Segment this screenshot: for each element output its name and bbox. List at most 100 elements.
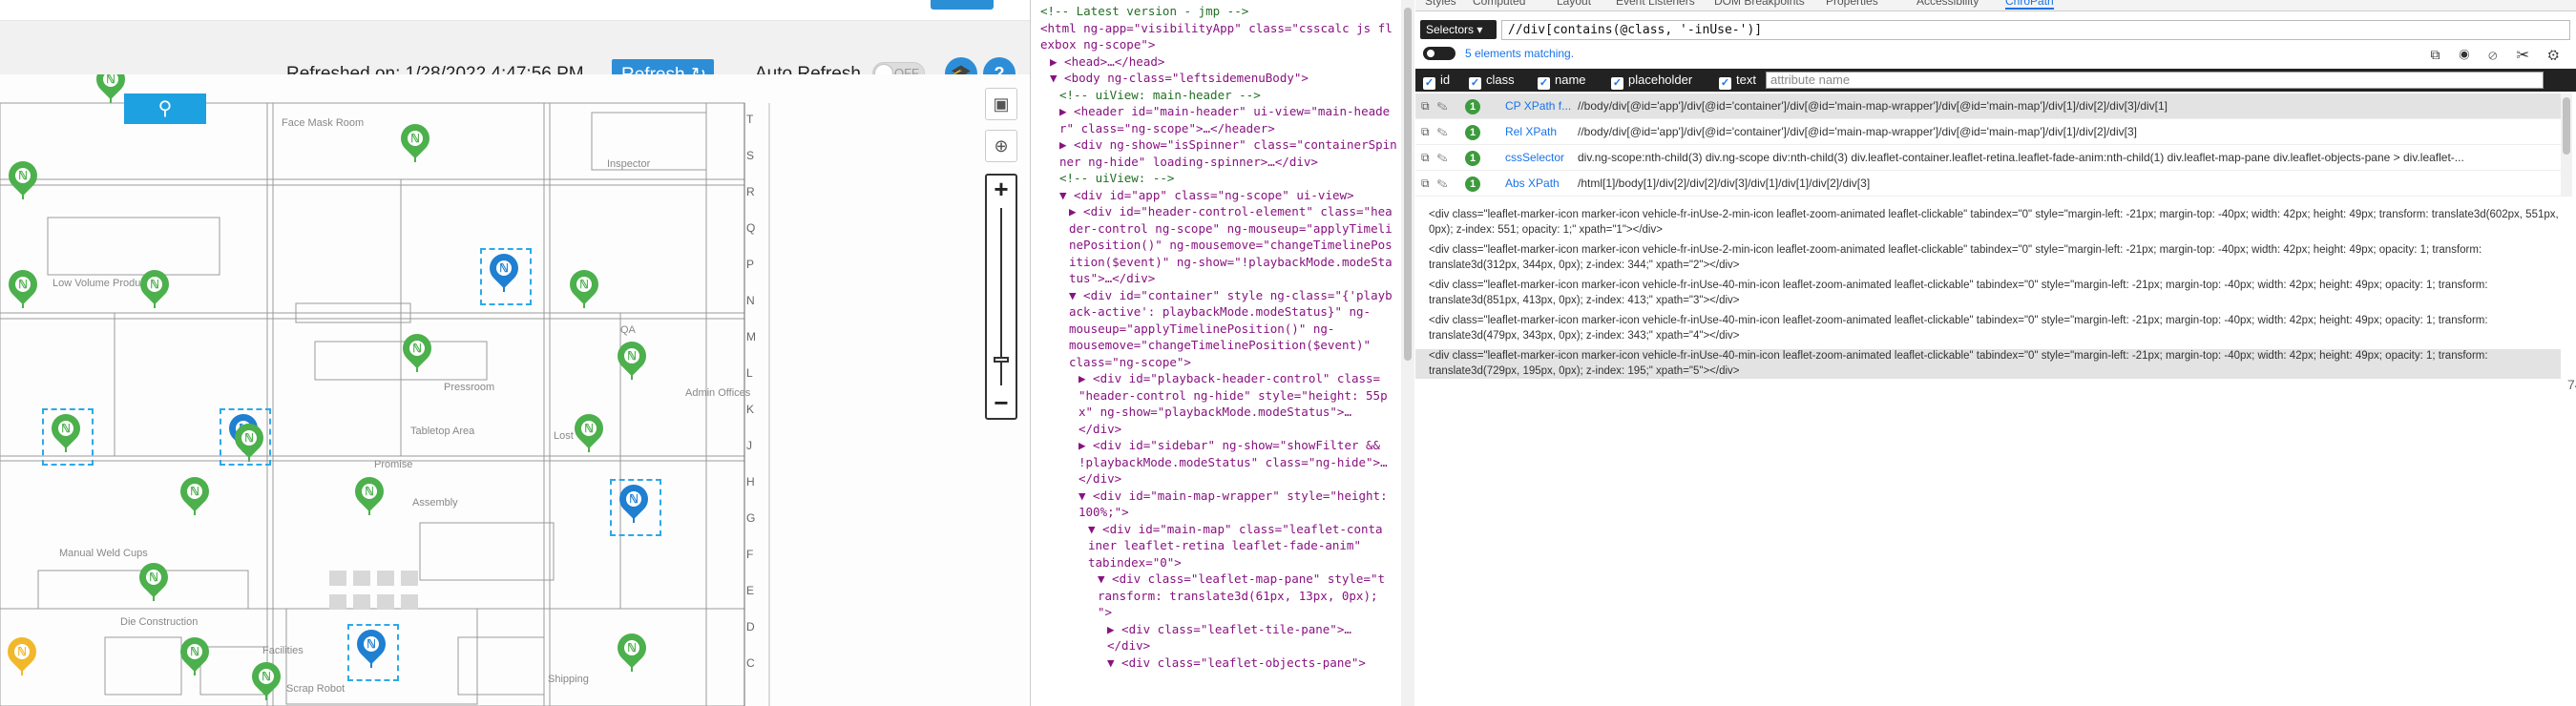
dom-node-line[interactable]: ack-active': playbackMode.modeStatus}" n…	[1069, 304, 1371, 320]
xpath-row[interactable]: ⧉✎ 1 Rel XPath //body/div[@id='app']/div…	[1415, 119, 2561, 145]
dom-comment-line[interactable]: <!-- uiView: -->	[1059, 171, 1174, 186]
vehicle-marker[interactable]: ℕ	[394, 117, 436, 169]
checkbox-name[interactable]: ✓ name	[1538, 73, 1586, 90]
dom-node-line[interactable]: exbox ng-scope">	[1040, 37, 1155, 52]
dom-comment-line[interactable]: <!-- uiView: main-header -->	[1059, 88, 1261, 103]
map-search-button[interactable]: ⚲	[124, 93, 206, 124]
toolbar-icons[interactable]: ⧉ ◉ ⊘ ✂ ⚙	[2430, 47, 2566, 63]
vehicle-marker[interactable]: ℕ	[2, 263, 44, 315]
elements-scrollbar[interactable]	[1401, 0, 1414, 706]
vehicle-marker[interactable]: ℕ	[245, 655, 287, 706]
vehicle-marker[interactable]: ℕ	[134, 263, 176, 315]
vehicle-marker[interactable]: ℕ	[133, 556, 175, 608]
checkbox-placeholder[interactable]: ✓ placeholder	[1611, 73, 1692, 90]
dom-node-line[interactable]: ition($event)" ng-show="!playbackMode.mo…	[1069, 255, 1393, 270]
dom-node-line[interactable]: ▼ <div class="leaflet-objects-pane">	[1107, 655, 1366, 671]
dom-node-line[interactable]: iner leaflet-retina leaflet-fade-anim"	[1088, 538, 1361, 553]
scrollbar-thumb[interactable]	[2563, 97, 2570, 155]
dom-node-line[interactable]: 100%;">	[1079, 505, 1129, 520]
selector-input[interactable]: //div[contains(@class, '-inUse-')]	[1501, 20, 2570, 40]
dom-node-line[interactable]: ▶ <head>…</head>	[1050, 54, 1164, 70]
dom-node-line[interactable]: ">	[1098, 605, 1112, 620]
xpath-value[interactable]: //body/div[@id='app']/div[@id='container…	[1578, 125, 2551, 138]
dom-node-line[interactable]: mouseup="applyTimelinePosition()" ng-	[1069, 322, 1334, 337]
vehicle-marker[interactable]: ℕ	[611, 335, 653, 386]
locate-button[interactable]: ⊕	[985, 130, 1017, 162]
checkbox-text[interactable]: ✓ text	[1719, 73, 1756, 90]
result-element[interactable]: <div class="leaflet-marker-icon marker-i…	[1415, 208, 2561, 238]
zoom-slider[interactable]: + −	[985, 174, 1017, 420]
dom-node-line[interactable]: !playbackMode.modeStatus" class="ng-hide…	[1079, 455, 1388, 470]
result-element-highlighted[interactable]: <div class="leaflet-marker-icon marker-i…	[1415, 349, 2561, 379]
dom-node-line[interactable]: </div>	[1079, 422, 1121, 437]
tab-properties[interactable]: Properties	[1826, 0, 1878, 8]
floor-plan-map[interactable]: Face Mask Room Inspector Low Volume Prod…	[0, 74, 1030, 706]
top-action-button[interactable]	[931, 0, 994, 10]
dom-node-line[interactable]: ▶ <div id="header-control-element" class…	[1069, 204, 1393, 219]
vehicle-marker[interactable]: ℕ	[174, 631, 216, 682]
result-element[interactable]: <div class="leaflet-marker-icon marker-i…	[1415, 243, 2561, 273]
vehicle-marker-in-use-selected[interactable]: ℕ	[610, 478, 661, 536]
checkbox-class[interactable]: ✓ class	[1469, 73, 1515, 90]
devtools-elements-panel[interactable]: <!-- Latest version - jmp --> <html ng-ap…	[1033, 0, 1414, 706]
dom-node-line[interactable]: </div>	[1107, 638, 1150, 654]
xpath-value[interactable]: div.ng-scope:nth-child(3) div.ng-scope d…	[1578, 151, 2551, 164]
dom-node-line[interactable]: ▼ <body ng-class="leftsidemenuBody">	[1050, 71, 1309, 86]
tab-chropath[interactable]: ChroPath	[2005, 0, 2054, 10]
dom-node-line[interactable]: mousemove="changeTimelinePosition($event…	[1069, 338, 1371, 353]
xpath-value[interactable]: //body/div[@id='app']/div[@id='container…	[1578, 99, 2551, 113]
vehicle-marker-selected[interactable]: ℕ	[42, 407, 94, 466]
xpath-row[interactable]: ⧉✎ 1 cssSelector div.ng-scope:nth-child(…	[1415, 145, 2561, 171]
dom-node-line[interactable]: ner ng-hide" loading-spinner>…</div>	[1059, 155, 1318, 170]
vehicle-marker-warning[interactable]: ℕ	[1, 631, 43, 682]
dom-node-line[interactable]: ▼ <div id="main-map" class="leaflet-cont…	[1088, 522, 1383, 537]
vehicle-marker[interactable]: ℕ	[611, 627, 653, 678]
dom-node-line[interactable]: ▼ <div class="leaflet-map-pane" style="t	[1098, 571, 1385, 587]
dom-node-line[interactable]: der-control ng-scope" ng-mouseup="applyT…	[1069, 221, 1393, 237]
tab-accessibility[interactable]: Accessibility	[1916, 0, 1979, 8]
checkbox-id[interactable]: ✓ id	[1423, 73, 1450, 90]
attribute-name-input[interactable]: attribute name	[1766, 72, 2544, 89]
match-toggle[interactable]	[1423, 47, 1456, 60]
tab-dom-breakpoints[interactable]: DOM Breakpoints	[1714, 0, 1805, 8]
result-element[interactable]: <div class="leaflet-marker-icon marker-i…	[1415, 279, 2561, 308]
vehicle-marker[interactable]: ℕ	[228, 417, 270, 468]
xpath-row[interactable]: ⧉✎ 1 Abs XPath /html[1]/body[1]/div[2]/d…	[1415, 171, 2561, 197]
vehicle-marker[interactable]: ℕ	[2, 155, 44, 206]
dom-node-line[interactable]: ▶ <div id="sidebar" ng-show="showFilter …	[1079, 438, 1380, 453]
tab-computed[interactable]: Computed	[1473, 0, 1525, 8]
xpath-value[interactable]: /html[1]/body[1]/div[2]/div[2]/div[3]/di…	[1578, 176, 2551, 190]
xpath-scrollbar[interactable]	[2561, 93, 2572, 197]
tab-event-listeners[interactable]: Event Listeners	[1616, 0, 1695, 8]
dom-node-line[interactable]: ransform: translate3d(61px, 13px, 0px);	[1098, 589, 1378, 604]
dom-node-line[interactable]: ▼ <div id="main-map-wrapper" style="heig…	[1079, 488, 1388, 504]
selector-type-dropdown[interactable]: Selectors ▾	[1420, 20, 1497, 39]
layers-button[interactable]: ▣	[985, 88, 1017, 120]
vehicle-marker[interactable]: ℕ	[396, 327, 438, 379]
dom-node-line[interactable]: ▶ <header id="main-header" ui-view="main…	[1059, 104, 1390, 119]
dom-node-line[interactable]: ▶ <div class="leaflet-tile-pane">…	[1107, 622, 1351, 637]
dom-comment-line[interactable]: <!-- Latest version - jmp -->	[1040, 4, 1248, 19]
dom-node-line[interactable]: ▼ <div id="app" class="ng-scope" ui-view…	[1059, 188, 1354, 203]
vehicle-marker[interactable]: ℕ	[568, 407, 610, 459]
dom-node-line[interactable]: ▶ <div ng-show="isSpinner" class="contai…	[1059, 137, 1397, 153]
dom-node-line[interactable]: x" ng-show="playbackMode.modeStatus">…	[1079, 405, 1351, 420]
dom-node-line[interactable]: <html ng-app="visibilityApp" class="cssc…	[1040, 21, 1393, 36]
vehicle-marker-in-use-selected[interactable]: ℕ	[347, 623, 399, 681]
vehicle-marker[interactable]: ℕ	[348, 470, 390, 522]
dom-node-line[interactable]: ▶ <div id="playback-header-control" clas…	[1079, 371, 1380, 386]
dom-node-line[interactable]: "header-control ng-hide" style="height: …	[1079, 388, 1388, 404]
vehicle-marker-in-use-selected[interactable]: ℕ	[480, 247, 532, 305]
zoom-thumb[interactable]	[994, 357, 1009, 363]
tab-styles[interactable]: Styles	[1425, 0, 1456, 8]
vehicle-marker[interactable]: ℕ	[174, 470, 216, 522]
vehicle-marker[interactable]: ℕ	[563, 263, 605, 315]
zoom-out-button[interactable]: −	[987, 389, 1016, 418]
tab-layout[interactable]: Layout	[1557, 0, 1591, 8]
result-element[interactable]: <div class="leaflet-marker-icon marker-i…	[1415, 314, 2561, 343]
dom-node-line[interactable]: r" class="ng-scope">…</header>	[1059, 121, 1275, 136]
dom-node-line[interactable]: nePosition()" ng-mousemove="changeTimeli…	[1069, 238, 1393, 253]
xpath-row[interactable]: ⧉✎ 1 CP XPath f... //body/div[@id='app']…	[1415, 93, 2561, 119]
dom-node-line[interactable]: ▼ <div id="container" style ng-class="{'…	[1069, 288, 1393, 303]
dom-node-line[interactable]: </div>	[1079, 471, 1121, 487]
